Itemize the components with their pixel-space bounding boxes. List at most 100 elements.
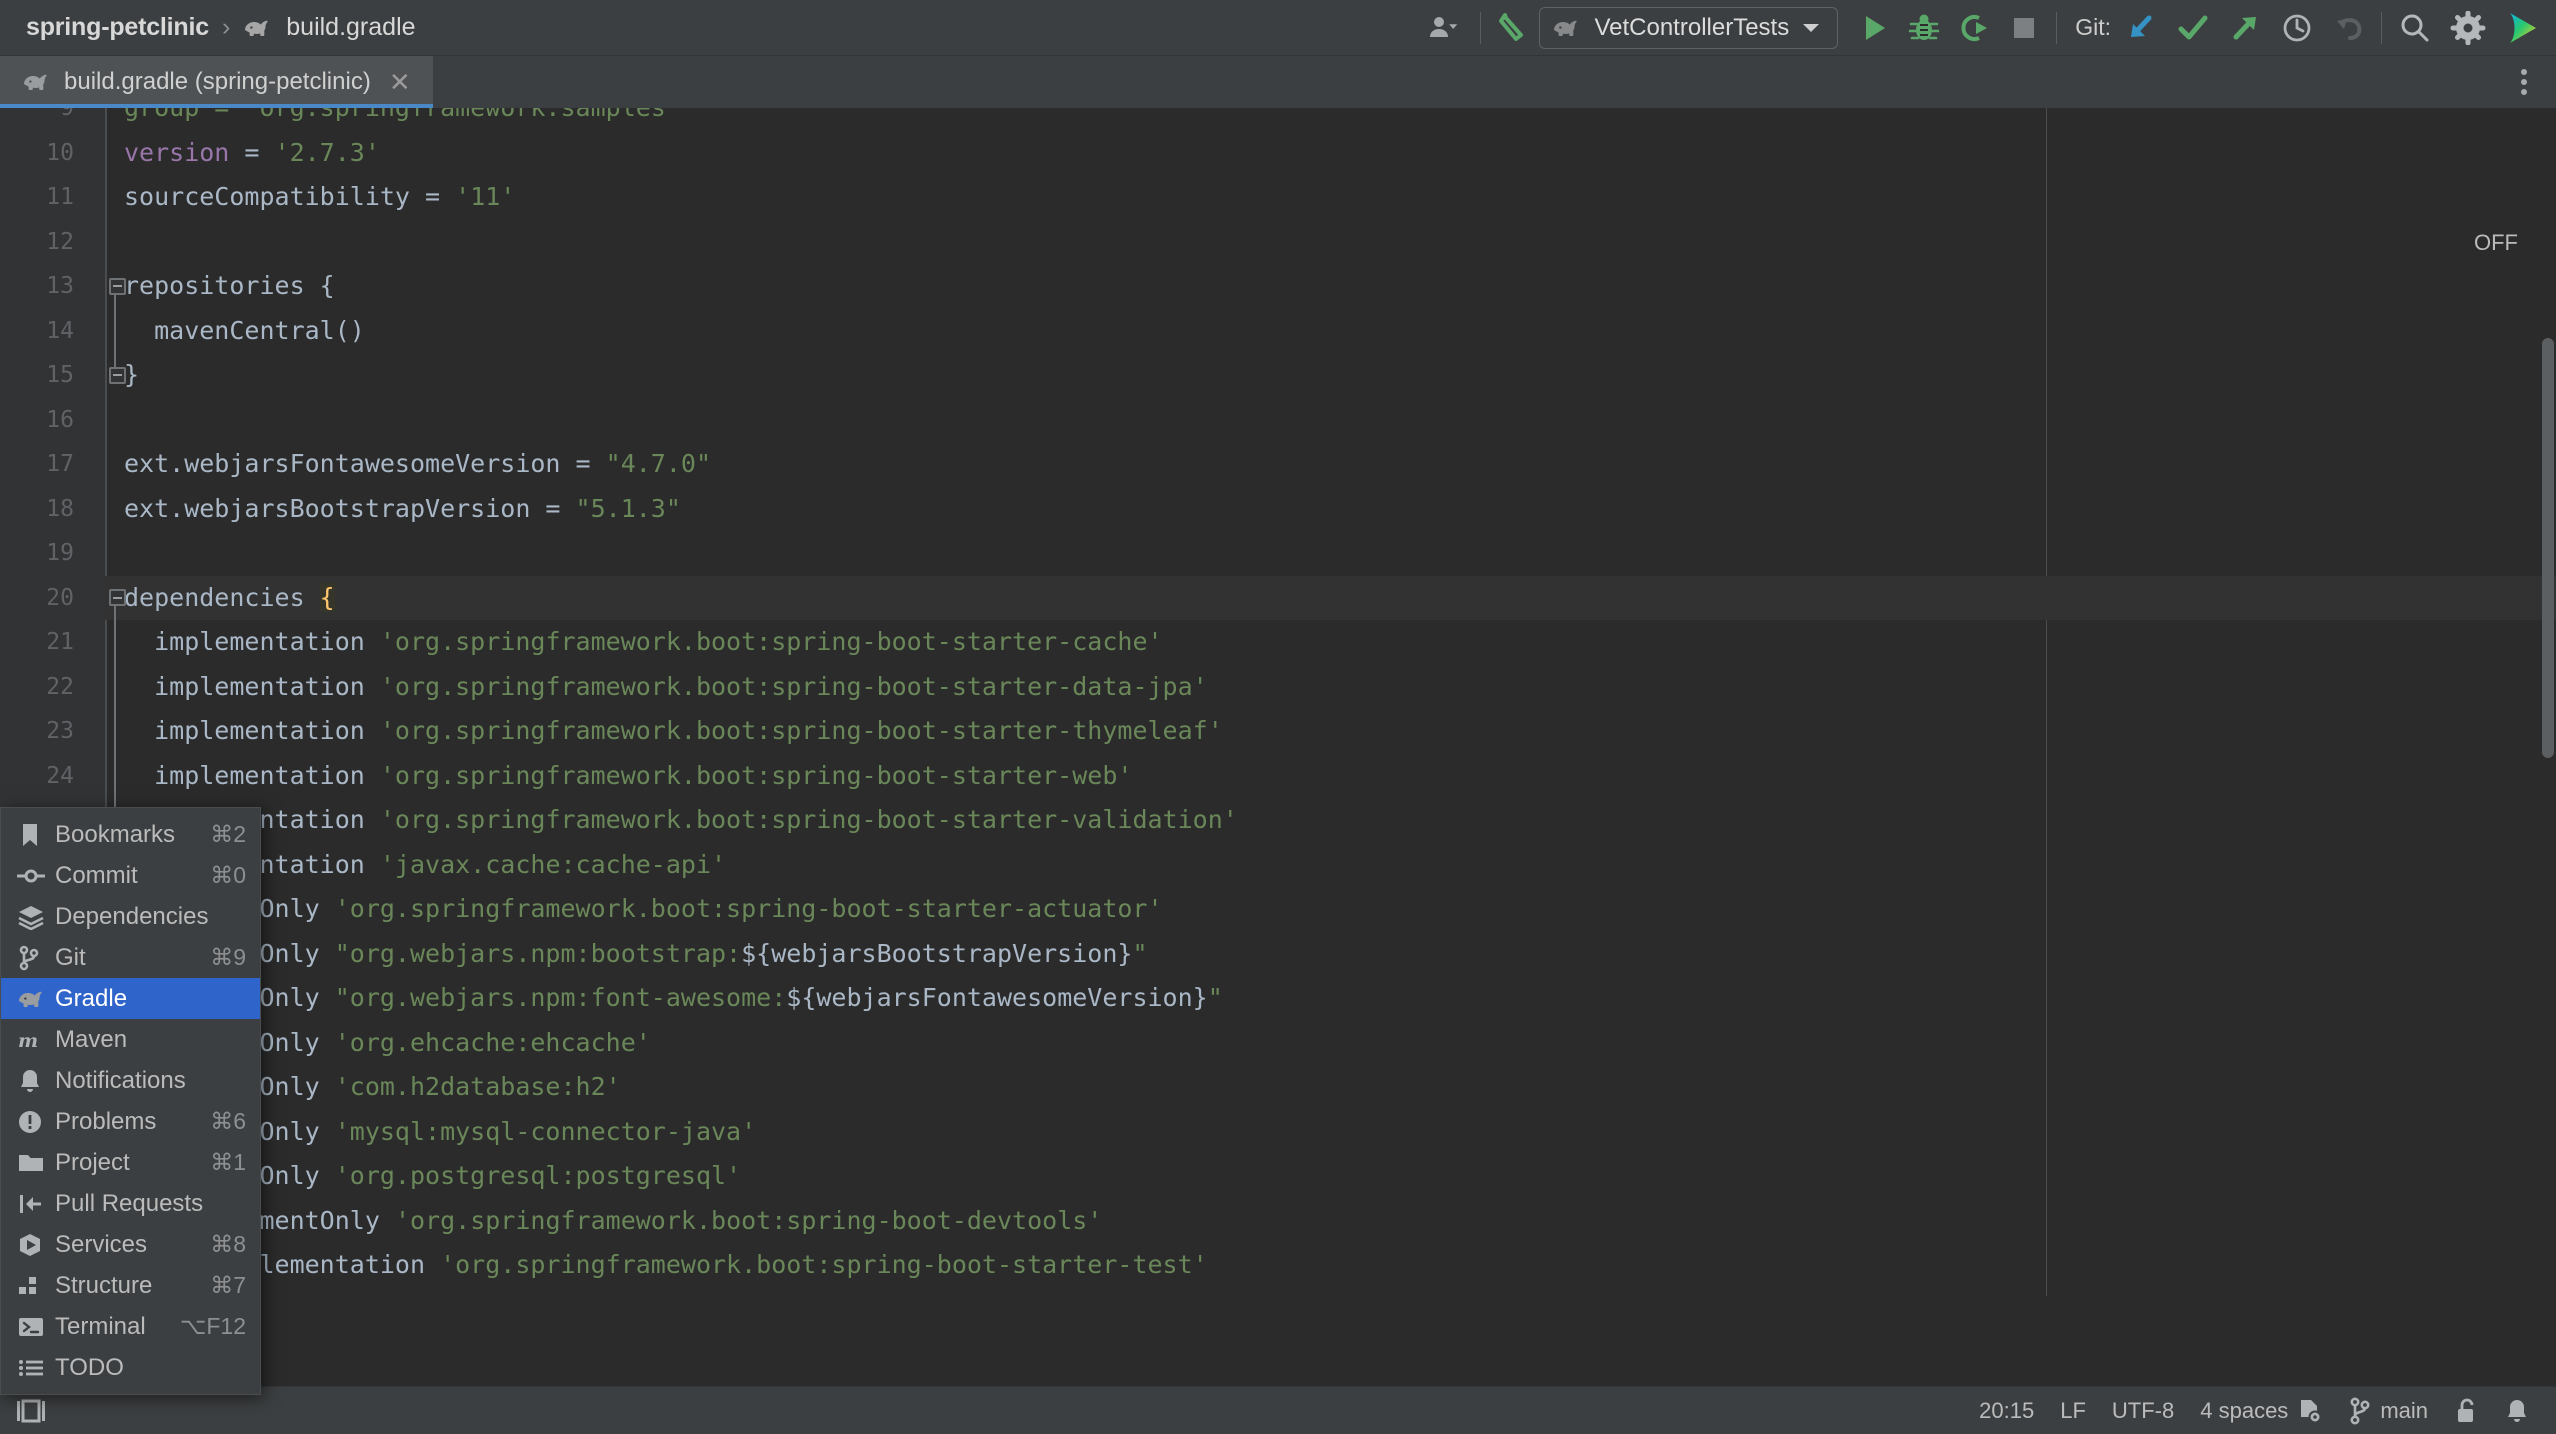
code-token: sourceCompatibility: [124, 182, 410, 211]
code-line[interactable]: 27 runtimeOnly 'org.springframework.boot…: [0, 887, 2556, 932]
code-line[interactable]: 22 implementation 'org.springframework.b…: [0, 665, 2556, 710]
profile-button[interactable]: [1424, 8, 1464, 48]
pull-request-icon: [17, 1190, 51, 1218]
toolbar-divider-2: [2056, 11, 2058, 44]
code-line[interactable]: 19: [0, 531, 2556, 576]
code-line[interactable]: 21 implementation 'org.springframework.b…: [0, 620, 2556, 665]
menu-item-commit[interactable]: Commit ⌘0: [1, 855, 260, 896]
git-commit-button[interactable]: [2173, 8, 2213, 48]
code-line[interactable]: 33 runtimeOnly 'org.postgresql:postgresq…: [0, 1154, 2556, 1199]
code-token: "org.webjars.npm:bootstrap:: [334, 938, 742, 968]
inspections-widget[interactable]: OFF: [2474, 230, 2518, 256]
code-line[interactable]: 26 implementation 'javax.cache:cache-api…: [0, 843, 2556, 888]
settings-button[interactable]: [2448, 8, 2488, 48]
code-line[interactable]: 29 runtimeOnly "org.webjars.npm:font-awe…: [0, 976, 2556, 1021]
breadcrumb-project[interactable]: spring-petclinic: [26, 13, 209, 42]
fold-collapse-icon[interactable]: [106, 576, 128, 621]
file-encoding[interactable]: UTF-8: [2112, 1398, 2174, 1424]
code-editor[interactable]: 9 group = 'org.springframework.samples' 10…: [0, 108, 2556, 1406]
menu-item-pull-requests[interactable]: Pull Requests: [1, 1183, 260, 1224]
code-token: '2.7.3': [274, 137, 380, 167]
code-line[interactable]: 30 runtimeOnly 'org.ehcache:ehcache': [0, 1021, 2556, 1066]
menu-item-git[interactable]: Git ⌘9: [1, 937, 260, 978]
line-number: 24: [46, 762, 74, 789]
indent-setting[interactable]: 4 spaces: [2200, 1398, 2323, 1424]
code-line[interactable]: 9 group = 'org.springframework.samples': [0, 108, 2556, 131]
fold-collapse-icon[interactable]: [106, 264, 128, 309]
code-line[interactable]: 11 sourceCompatibility = '11': [0, 175, 2556, 220]
code-line[interactable]: 31 runtimeOnly 'com.h2database:h2': [0, 1065, 2556, 1110]
code-line[interactable]: 25 implementation 'org.springframework.b…: [0, 798, 2556, 843]
code-line[interactable]: 28 runtimeOnly "org.webjars.npm:bootstra…: [0, 932, 2556, 977]
run-configuration-selector[interactable]: VetControllerTests: [1539, 6, 1839, 49]
stop-button[interactable]: [2004, 8, 2044, 48]
fold-expand-icon[interactable]: [106, 353, 128, 398]
git-rollback-button[interactable]: [2329, 8, 2369, 48]
line-number: 12: [46, 228, 74, 255]
code-line[interactable]: 24 implementation 'org.springframework.b…: [0, 754, 2556, 799]
code-token: "org.webjars.npm:font-awesome:: [334, 983, 787, 1012]
git-branch-widget[interactable]: main: [2349, 1396, 2428, 1425]
toolbar-divider-1: [1480, 11, 1482, 44]
menu-item-services[interactable]: Services ⌘8: [1, 1224, 260, 1265]
code-line[interactable]: 12: [0, 220, 2556, 265]
code-line-text: dependencies {: [124, 576, 335, 621]
line-separator[interactable]: LF: [2060, 1398, 2086, 1424]
git-push-button[interactable]: [2225, 8, 2265, 48]
code-line[interactable]: 10 version = '2.7.3': [0, 131, 2556, 176]
code-line[interactable]: 15}: [0, 353, 2556, 398]
cursor-position[interactable]: 20:15: [1979, 1398, 2034, 1424]
tool-windows-popup-menu[interactable]: Bookmarks ⌘2 Commit ⌘0 Dependencies Git ⌘9 Grad…: [0, 807, 261, 1395]
menu-item-project[interactable]: Project ⌘1: [1, 1142, 260, 1183]
search-everywhere-button[interactable]: [2394, 8, 2434, 48]
line-number: 17: [46, 451, 74, 477]
code-token: 'org.ehcache:ehcache': [334, 1027, 651, 1057]
ai-assistant-button[interactable]: [2502, 8, 2542, 48]
notifications-bell-icon[interactable]: [2504, 1397, 2530, 1425]
build-project-button[interactable]: [1493, 8, 1533, 48]
unlock-icon[interactable]: [2454, 1397, 2478, 1425]
debug-button[interactable]: [1904, 8, 1944, 48]
services-icon: [17, 1231, 51, 1259]
menu-item-label: Services: [55, 1230, 148, 1258]
run-with-coverage-button[interactable]: [1954, 8, 1994, 48]
menu-item-todo[interactable]: TODO: [1, 1347, 260, 1388]
code-line[interactable]: 32 runtimeOnly 'mysql:mysql-connector-ja…: [0, 1110, 2556, 1155]
menu-item-terminal[interactable]: Terminal ⌥F12: [1, 1306, 260, 1347]
line-number: 21: [46, 629, 74, 655]
tool-window-layout-icon[interactable]: [14, 1396, 48, 1426]
svg-text:m: m: [18, 1030, 38, 1052]
menu-item-gradle[interactable]: Gradle: [1, 978, 260, 1019]
code-token: implementation: [124, 716, 380, 745]
build-hammer-icon: [1499, 12, 1524, 41]
git-update-button[interactable]: [2121, 8, 2161, 48]
menu-item-problems[interactable]: Problems ⌘6: [1, 1101, 260, 1142]
update-project-arrow-icon: [2131, 15, 2152, 37]
code-token: 'org.springframework.boot:spring-boot-st…: [440, 1250, 1208, 1279]
editor-tab-build-gradle[interactable]: build.gradle (spring-petclinic) ✕: [0, 56, 433, 108]
code-line[interactable]: 34 developmentOnly 'org.springframework.…: [0, 1199, 2556, 1244]
menu-item-dependencies[interactable]: Dependencies: [1, 896, 260, 937]
breadcrumb-file[interactable]: build.gradle: [286, 13, 415, 42]
code-line[interactable]: 20 dependencies {: [0, 576, 2556, 621]
code-line[interactable]: 13 repositories {: [0, 264, 2556, 309]
code-line[interactable]: 14 mavenCentral(): [0, 309, 2556, 354]
code-line[interactable]: 17 ext.webjarsFontawesomeVersion = "4.7.0…: [0, 442, 2556, 487]
code-line[interactable]: 23 implementation 'org.springframework.b…: [0, 709, 2556, 754]
menu-item-label: Commit: [55, 861, 138, 889]
menu-item-bookmarks[interactable]: Bookmarks ⌘2: [1, 814, 260, 855]
code-line[interactable]: 35 testImplementation 'org.springframewo…: [0, 1243, 2556, 1288]
menu-item-maven[interactable]: m Maven: [1, 1019, 260, 1060]
menu-item-notifications[interactable]: Notifications: [1, 1060, 260, 1101]
code-lines-container[interactable]: 9 group = 'org.springframework.samples' 10…: [0, 108, 2556, 1406]
run-button[interactable]: [1854, 8, 1894, 48]
git-branch-icon: [17, 944, 51, 972]
code-line-text: implementation 'org.springframework.boot…: [124, 798, 1238, 843]
more-vertical-icon[interactable]: [2508, 66, 2540, 98]
code-line[interactable]: 16: [0, 398, 2556, 443]
code-line[interactable]: 18 ext.webjarsBootstrapVersion = "5.1.3": [0, 487, 2556, 532]
close-icon[interactable]: ✕: [389, 69, 411, 95]
git-history-button[interactable]: [2277, 8, 2317, 48]
menu-item-structure[interactable]: Structure ⌘7: [1, 1265, 260, 1306]
editor-vertical-scrollbar[interactable]: [2542, 338, 2554, 758]
